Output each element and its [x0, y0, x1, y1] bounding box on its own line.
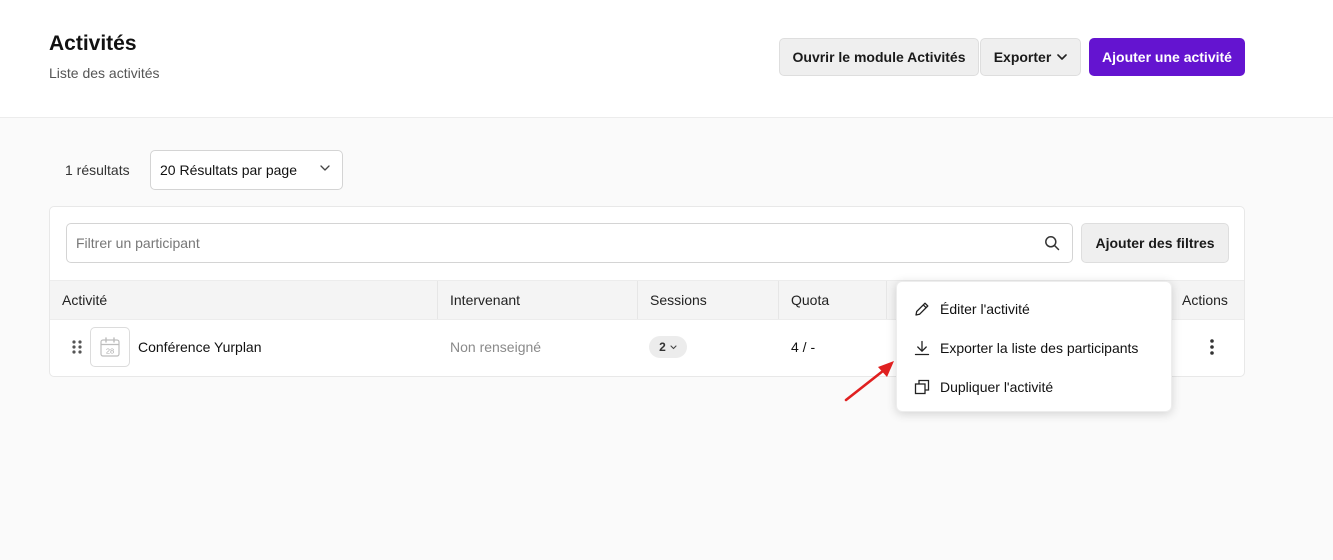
add-filters-button[interactable]: Ajouter des filtres: [1081, 223, 1229, 263]
page-subtitle: Liste des activités: [49, 65, 160, 81]
results-count: 1 résultats: [65, 162, 130, 178]
calendar-icon: 28: [90, 327, 130, 367]
sessions-badge[interactable]: 2: [649, 336, 687, 358]
download-icon: [914, 340, 930, 356]
search-icon: [1045, 236, 1060, 251]
column-header-sessions[interactable]: Sessions: [638, 281, 779, 319]
drag-handle-icon[interactable]: [72, 340, 82, 354]
menu-item-label: Dupliquer l'activité: [940, 379, 1054, 395]
column-header-actions: Actions: [1182, 292, 1228, 308]
menu-item-export-participants[interactable]: Exporter la liste des participants: [897, 329, 1173, 367]
per-page-select[interactable]: 20 Résultats par page: [150, 150, 343, 190]
chevron-down-icon: [320, 165, 330, 171]
column-header-quota[interactable]: Quota: [779, 281, 887, 319]
menu-item-edit-activity[interactable]: Éditer l'activité: [897, 290, 1173, 328]
menu-item-duplicate-activity[interactable]: Dupliquer l'activité: [897, 368, 1173, 406]
quota-value: 4 / -: [791, 339, 816, 355]
calendar-day: 28: [106, 347, 114, 356]
menu-item-label: Exporter la liste des participants: [940, 340, 1139, 356]
chevron-down-icon: [670, 344, 677, 349]
export-label: Exporter: [993, 49, 1052, 65]
activity-name[interactable]: Conférence Yurplan: [138, 339, 262, 355]
column-header-activite[interactable]: Activité: [50, 281, 438, 319]
add-filters-label: Ajouter des filtres: [1095, 235, 1215, 251]
chevron-down-icon: [1057, 54, 1068, 60]
duplicate-icon: [914, 379, 930, 395]
per-page-value: 20 Résultats par page: [160, 162, 297, 178]
annotation-arrow-icon: [844, 361, 894, 402]
add-activity-button[interactable]: Ajouter une activité: [1089, 38, 1245, 76]
menu-item-label: Éditer l'activité: [940, 301, 1030, 317]
sessions-count: 2: [659, 340, 666, 354]
column-header-intervenant[interactable]: Intervenant: [438, 281, 638, 319]
intervenant-value: Non renseigné: [450, 339, 542, 355]
pencil-icon: [915, 302, 929, 316]
open-module-label: Ouvrir le module Activités: [792, 49, 966, 65]
more-actions-icon[interactable]: [1202, 337, 1222, 357]
open-module-button[interactable]: Ouvrir le module Activités: [779, 38, 979, 76]
actions-menu: Éditer l'activité Exporter la liste des …: [896, 281, 1172, 412]
add-activity-label: Ajouter une activité: [1102, 49, 1232, 65]
page-title: Activités: [49, 32, 137, 55]
export-dropdown-button[interactable]: Exporter: [980, 38, 1081, 76]
page-header: Activités Liste des activités Ouvrir le …: [0, 0, 1333, 118]
search-input[interactable]: [66, 223, 1073, 263]
